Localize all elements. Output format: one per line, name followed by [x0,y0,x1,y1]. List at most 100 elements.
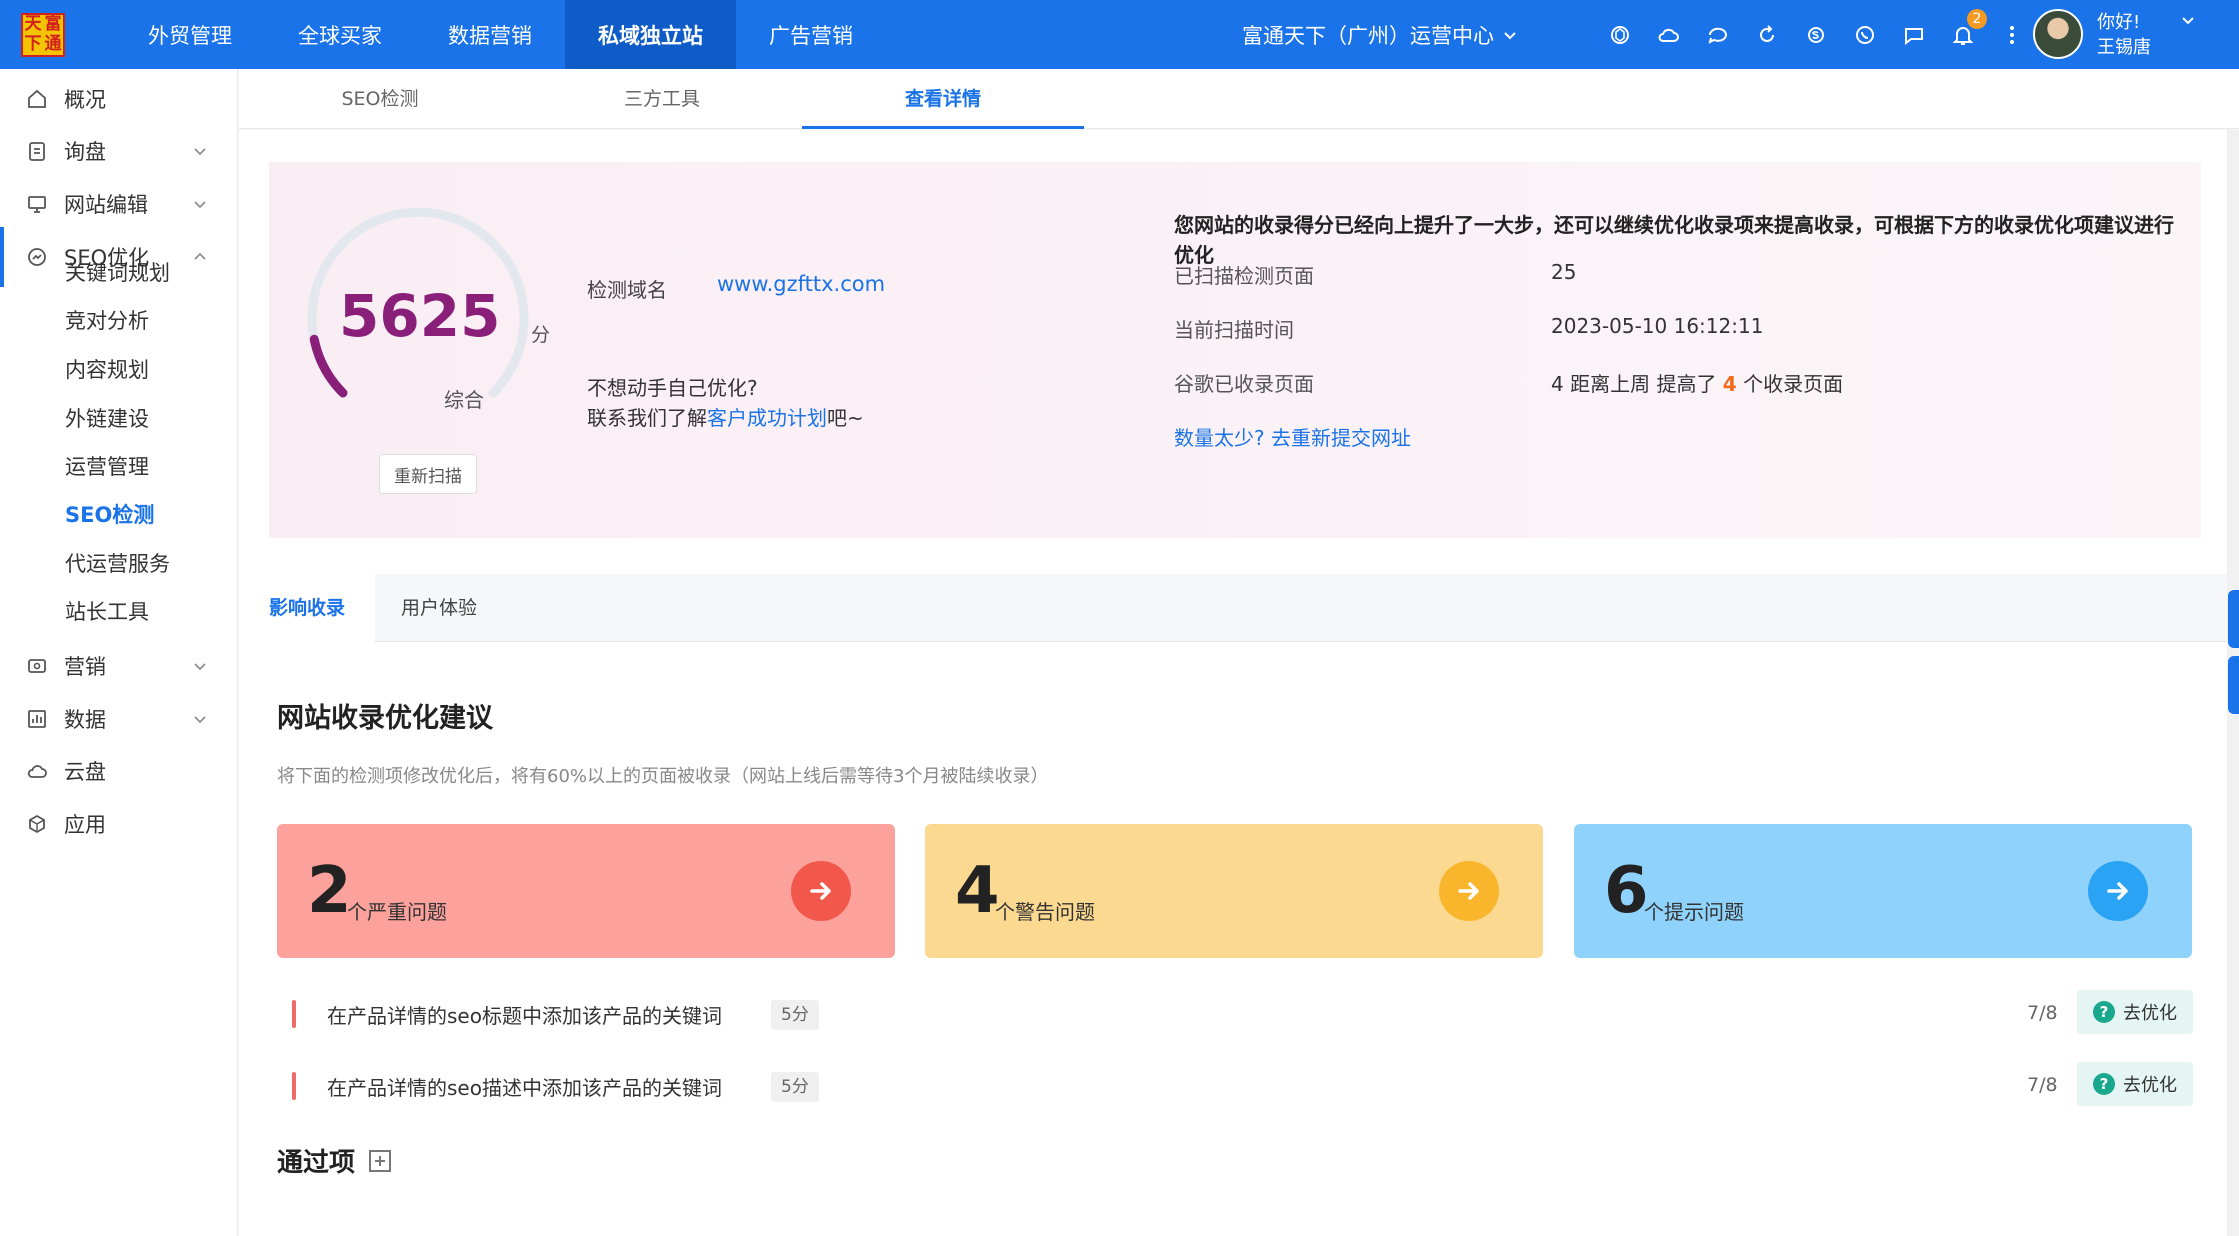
sidebar: 概况 询盘 网站编辑 SEO优化 关键词规划 竞对分析 内容规划 外链建设 运营… [0,69,238,1236]
logo[interactable]: 天富下通 [21,12,65,57]
sidebar-sub-keyword-planning[interactable]: 关键词规划 [65,253,170,293]
sidebar-item-label: 云盘 [64,760,106,784]
resubmit-url-link[interactable]: 数量太少? 去重新提交网址 [1174,422,1411,451]
refresh-icon[interactable] [1755,23,1779,47]
warning-label: 个警告问题 [995,900,1095,924]
sidebar-item-label: 询盘 [64,140,106,164]
advice-text: 您网站的收录得分已经向上提升了一大步，还可以继续优化收录项来提高收录，可根据下方… [1174,213,2174,267]
optimize-button[interactable]: ? 去优化 [2077,1062,2193,1106]
stat-indexed-highlight: 4 [1722,372,1737,396]
sidebar-item-overview[interactable]: 概况 [0,69,238,129]
tab-view-details[interactable]: 查看详情 [802,69,1084,129]
skype-icon[interactable] [1804,23,1828,47]
sidebar-item-label: 网站编辑 [64,193,148,217]
chevron-down-icon[interactable] [2180,12,2196,28]
score-label: 综合 [444,388,484,412]
chevron-down-icon [194,148,206,156]
issue-points: 5分 [771,1072,819,1102]
passed-items-header[interactable]: 通过项 [277,1142,392,1179]
help-prefix: 联系我们了解 [587,406,707,430]
top-toolbar: 2 [1608,0,2024,69]
logo-char: 富 [44,14,62,34]
more-icon[interactable] [2000,23,2024,47]
logo-char: 通 [44,34,62,54]
cloud-sync-icon[interactable] [1657,23,1681,47]
chart-icon [28,710,46,728]
passed-items-title: 通过项 [277,1148,356,1178]
hint-issues-card[interactable]: 6 个提示问题 [1574,824,2192,958]
whatsapp-icon[interactable] [1853,23,1877,47]
issue-text: 在产品详情的seo标题中添加该产品的关键词 [327,1004,722,1028]
nav-global-buyers[interactable]: 全球买家 [265,0,415,69]
question-icon: ? [2093,1073,2115,1095]
nav-foreign-trade[interactable]: 外贸管理 [115,0,265,69]
sidebar-item-label: 应用 [64,813,106,837]
arrow-right-icon[interactable] [791,861,851,921]
chevron-down-icon [194,716,206,724]
sidebar-sub-backlinks[interactable]: 外链建设 [65,399,149,439]
sidebar-sub-seo-check[interactable]: SEO检测 [65,495,154,535]
stat-scan-time-label: 当前扫描时间 [1174,318,1294,342]
domain-link[interactable]: www.gzfttx.com [717,272,885,296]
critical-issues-card[interactable]: 2 个严重问题 [277,824,895,958]
nav-data-marketing[interactable]: 数据营销 [415,0,565,69]
arrow-right-icon[interactable] [2088,861,2148,921]
avatar[interactable] [2033,9,2083,59]
stat-indexed-label: 谷歌已收录页面 [1174,372,1314,396]
sidebar-item-data[interactable]: 数据 [0,689,238,749]
sidebar-item-apps[interactable]: 应用 [0,794,238,854]
sidebar-item-label: 数据 [64,708,106,732]
app-icon [29,814,45,834]
chat-icon[interactable] [1902,23,1926,47]
sidebar-sub-content-planning[interactable]: 内容规划 [65,350,149,390]
score-summary-panel: 5625 分 综合 重新扫描 检测域名 www.gzfttx.com 不想动手自… [269,162,2201,538]
openai-icon[interactable] [1608,23,1632,47]
org-selector[interactable]: 富通天下（广州）运营中心 [1242,0,1518,69]
stat-scanned-label: 已扫描检测页面 [1174,264,1314,288]
side-drawer-toggle[interactable] [2228,656,2239,714]
subtab-user-experience[interactable]: 用户体验 [371,574,507,642]
issue-points: 5分 [771,1000,819,1030]
sidebar-sub-managed-service[interactable]: 代运营服务 [65,544,170,584]
sidebar-sub-operations[interactable]: 运营管理 [65,447,149,487]
help-text: 不想动手自己优化? [587,376,758,400]
sidebar-item-cloud[interactable]: 云盘 [0,741,238,801]
expand-icon[interactable] [369,1149,392,1172]
main-content: 5625 分 综合 重新扫描 检测域名 www.gzfttx.com 不想动手自… [239,130,2229,1236]
score-unit: 分 [531,324,551,346]
customer-success-link[interactable]: 客户成功计划 [707,406,827,430]
monitor-icon [28,196,46,213]
sidebar-sub-webmaster-tools[interactable]: 站长工具 [65,592,149,632]
stat-scan-time-value: 2023-05-10 16:12:11 [1551,314,1764,338]
sidebar-sub-competitor-analysis[interactable]: 竞对分析 [65,301,149,341]
help-contact-text: 联系我们了解客户成功计划吧~ [587,402,864,431]
section-title: 网站收录优化建议 [277,703,493,734]
sidebar-item-marketing[interactable]: 营销 [0,636,238,696]
cloud-icon [27,765,47,778]
nav-ad-marketing[interactable]: 广告营销 [736,0,886,69]
section-description: 将下面的检测项修改优化后，将有60%以上的页面被收录（网站上线后需等待3个月被陆… [277,766,1049,787]
tab-third-party-tools[interactable]: 三方工具 [521,69,803,129]
main-nav: 外贸管理 全球买家 数据营销 私域独立站 广告营销 [115,0,886,69]
side-drawer-toggle[interactable] [2228,590,2239,648]
critical-label: 个严重问题 [347,900,447,924]
question-icon: ? [2093,1001,2115,1023]
optimize-button[interactable]: ? 去优化 [2077,990,2193,1034]
sidebar-item-site-edit[interactable]: 网站编辑 [0,174,238,234]
domain-label: 检测域名 [587,278,667,302]
nav-private-site[interactable]: 私域独立站 [565,0,736,69]
warning-issues-card[interactable]: 4 个警告问题 [925,824,1543,958]
bell-icon[interactable]: 2 [1951,8,1987,47]
seo-icon [28,248,46,266]
message-icon[interactable] [1706,23,1730,47]
issue-ratio: 7/8 [2027,1002,2058,1024]
arrow-right-icon[interactable] [1439,861,1499,921]
rescan-button[interactable]: 重新扫描 [379,454,477,494]
clipboard-icon [29,142,45,161]
sidebar-item-label: 概况 [64,88,106,112]
issue-text: 在产品详情的seo描述中添加该产品的关键词 [327,1076,722,1100]
tab-seo-check[interactable]: SEO检测 [239,69,521,129]
subtab-indexing[interactable]: 影响收录 [239,574,376,642]
user-info[interactable]: 你好! 王锡唐 [2097,10,2151,60]
sidebar-item-inquiry[interactable]: 询盘 [0,121,238,181]
